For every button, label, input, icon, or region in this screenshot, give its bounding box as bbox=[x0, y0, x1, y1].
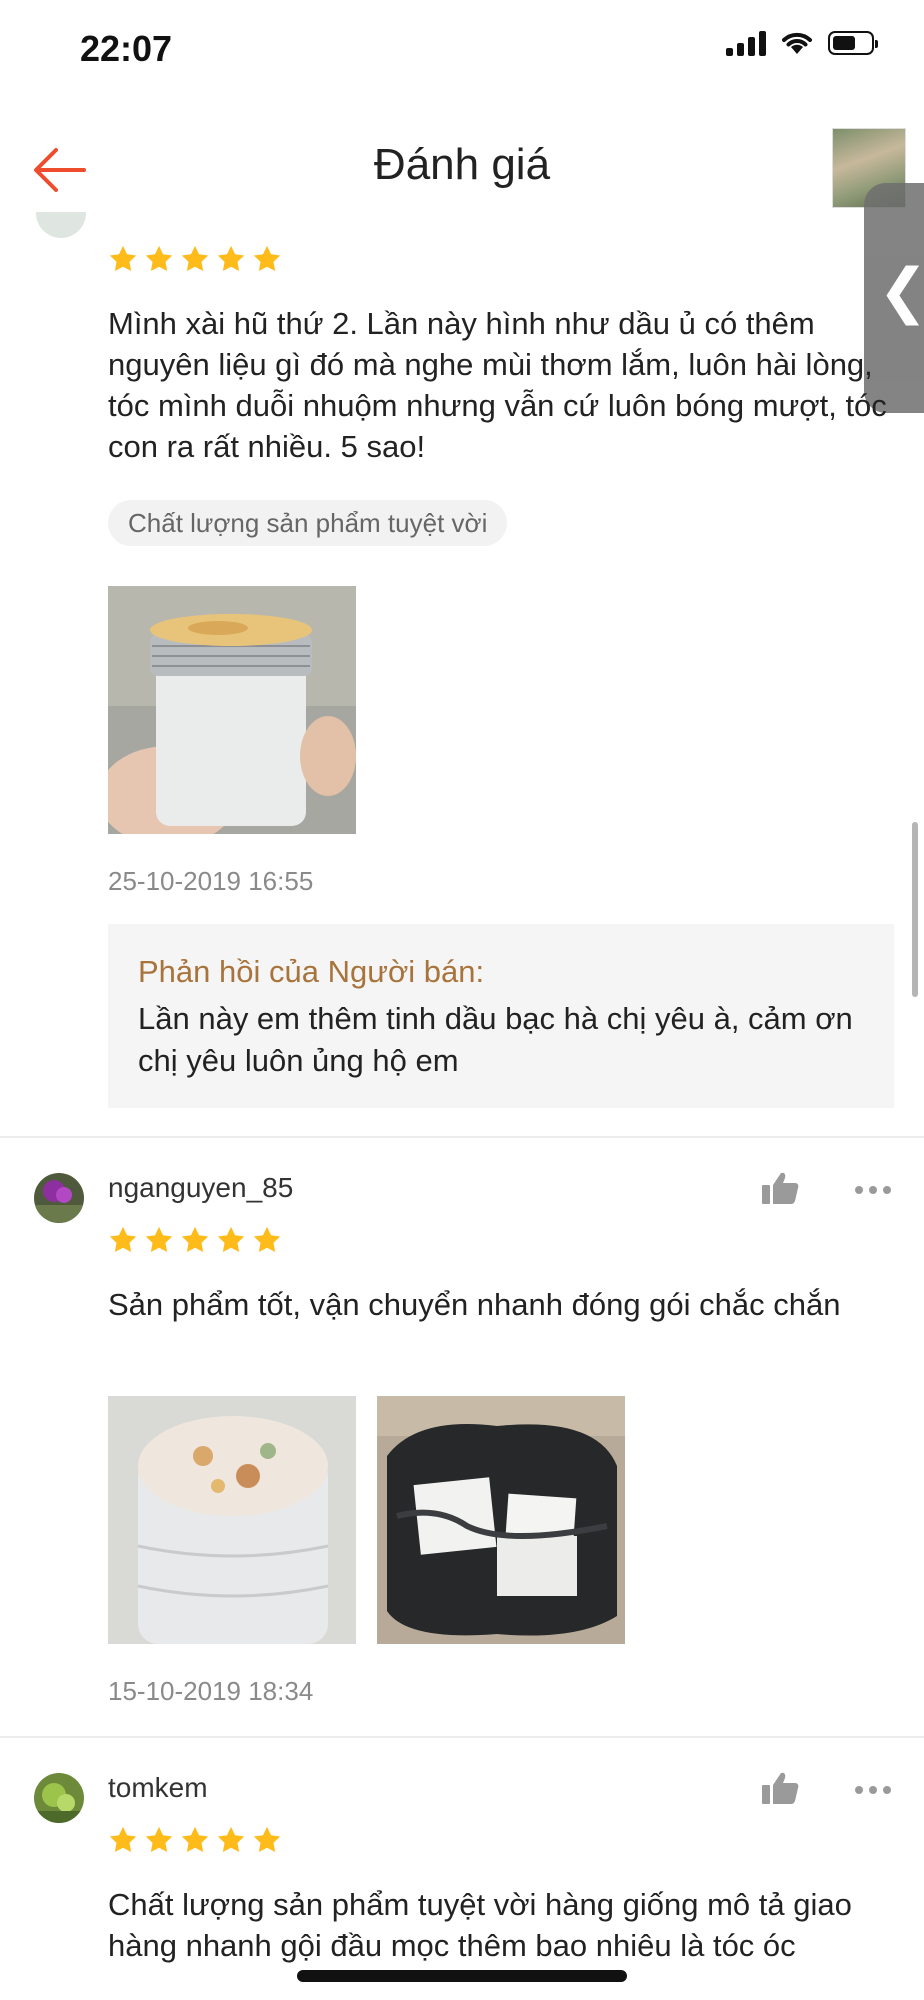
reviewer-username: tomkem bbox=[108, 1772, 208, 1803]
star-icon bbox=[145, 245, 173, 271]
star-icon bbox=[145, 1826, 173, 1852]
thumbs-up-icon[interactable] bbox=[760, 1170, 800, 1206]
status-icons bbox=[726, 30, 878, 56]
review-text: Sản phẩm tốt, vận chuyển nhanh đóng gói … bbox=[108, 1287, 841, 1322]
review-text: Chất lượng sản phẩm tuyệt vời hàng giống… bbox=[108, 1887, 852, 1963]
divider bbox=[0, 1736, 924, 1738]
star-icon bbox=[217, 245, 245, 271]
star-icon bbox=[217, 1826, 245, 1852]
star-icon bbox=[109, 1226, 137, 1252]
cellular-signal-icon bbox=[726, 30, 766, 56]
seller-reply-text: Lần này em thêm tinh dầu bạc hà chị yêu … bbox=[138, 1001, 853, 1078]
star-icon bbox=[253, 1226, 281, 1252]
status-time: 22:07 bbox=[80, 28, 173, 69]
battery-icon bbox=[828, 31, 878, 55]
more-options-icon[interactable] bbox=[855, 1186, 891, 1194]
review-date: 25-10-2019 16:55 bbox=[108, 866, 314, 896]
star-icon bbox=[109, 1826, 137, 1852]
review-tag: Chất lượng sản phẩm tuyệt vời bbox=[108, 500, 508, 546]
review-photo[interactable] bbox=[108, 1396, 356, 1644]
star-rating bbox=[108, 1225, 282, 1255]
star-icon bbox=[217, 1226, 245, 1252]
seller-reply: Phản hồi của Người bán: Lần này em thêm … bbox=[108, 924, 894, 1108]
star-icon bbox=[181, 1826, 209, 1852]
star-rating bbox=[108, 244, 282, 274]
home-indicator[interactable] bbox=[297, 1970, 627, 1982]
star-rating bbox=[108, 1825, 282, 1855]
avatar[interactable] bbox=[34, 1173, 84, 1223]
reviewer-username: nganguyen_85 bbox=[108, 1172, 294, 1203]
review-photo[interactable] bbox=[98, 586, 356, 846]
seller-reply-label: Phản hồi của Người bán: bbox=[138, 954, 485, 989]
review-text: Mình xài hũ thứ 2. Lần này hình như dầu … bbox=[108, 306, 887, 464]
avatar bbox=[36, 212, 86, 240]
review-date: 15-10-2019 18:34 bbox=[108, 1676, 314, 1706]
thumbs-up-icon[interactable] bbox=[760, 1770, 800, 1806]
more-options-icon[interactable] bbox=[855, 1786, 891, 1794]
avatar[interactable] bbox=[34, 1773, 84, 1823]
wifi-icon bbox=[782, 32, 812, 54]
star-icon bbox=[253, 245, 281, 271]
star-icon bbox=[181, 245, 209, 271]
star-icon bbox=[181, 1226, 209, 1252]
scrollbar[interactable] bbox=[912, 822, 918, 997]
divider bbox=[0, 1136, 924, 1138]
page-title: Đánh giá bbox=[373, 140, 551, 189]
star-icon bbox=[109, 245, 137, 271]
review-photo[interactable] bbox=[377, 1396, 625, 1644]
star-icon bbox=[253, 1826, 281, 1852]
star-icon bbox=[145, 1226, 173, 1252]
